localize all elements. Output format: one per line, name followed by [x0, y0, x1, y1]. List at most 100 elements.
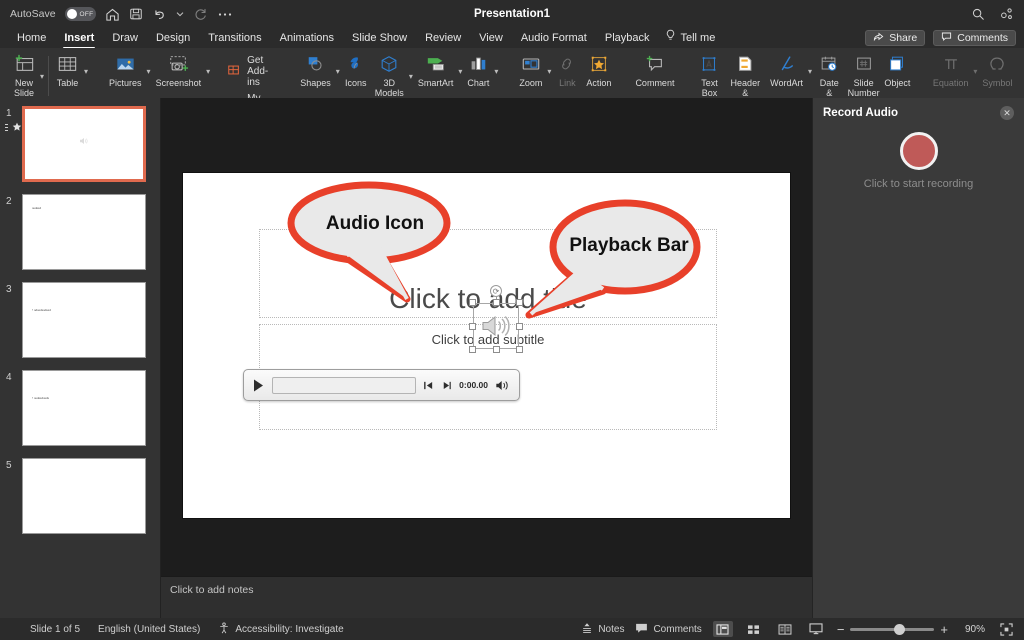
screenshot-button[interactable]: Screenshot [152, 51, 206, 88]
smartart-dropdown-icon[interactable]: ▾ [458, 63, 462, 76]
animation-indicator-icon[interactable] [4, 122, 22, 132]
wordart-dropdown-icon[interactable]: ▾ [808, 63, 812, 76]
zoom-level-label[interactable]: 90% [959, 624, 985, 635]
ribbon-group-slides: New Slide ▾ Table ▾ [4, 48, 94, 98]
table-dropdown-icon[interactable]: ▾ [84, 63, 88, 76]
slide-thumbnail-4[interactable]: • asdasdasds [22, 370, 146, 446]
playback-progress-track[interactable] [272, 376, 417, 394]
resize-handle-w[interactable] [469, 322, 476, 330]
pictures-button[interactable]: Pictures [105, 51, 146, 88]
search-icon[interactable] [971, 7, 985, 21]
volume-button[interactable] [495, 379, 511, 392]
close-icon[interactable]: ✕ [1000, 106, 1014, 120]
language-indicator[interactable]: English (United States) [98, 624, 200, 635]
share-people-icon[interactable] [999, 7, 1014, 21]
record-button[interactable] [899, 132, 938, 170]
undo-dropdown-icon[interactable] [176, 10, 184, 18]
fit-to-window-button[interactable] [996, 621, 1016, 637]
new-slide-dropdown-icon[interactable]: ▾ [40, 68, 44, 81]
slide-indicator[interactable]: Slide 1 of 5 [30, 624, 80, 635]
smartart-button[interactable]: SmartArt [414, 51, 458, 88]
zoom-slider-track[interactable] [850, 623, 935, 635]
comment-button[interactable]: Comment [631, 51, 678, 88]
zoom-out-button[interactable]: − [837, 622, 845, 637]
tab-review[interactable]: Review [416, 28, 470, 48]
tab-view[interactable]: View [470, 28, 512, 48]
tab-draw[interactable]: Draw [103, 28, 147, 48]
autosave-toggle[interactable]: OFF [64, 7, 96, 21]
icons-button[interactable]: Icons [341, 51, 371, 88]
share-button[interactable]: Share [865, 30, 926, 46]
notes-pane[interactable]: Click to add notes [161, 576, 812, 618]
tell-me-box[interactable]: Tell me [659, 28, 715, 48]
save-icon[interactable] [129, 7, 143, 21]
link-label: Link [559, 78, 576, 88]
smartart-label: SmartArt [417, 78, 454, 88]
zoom-button[interactable]: Zoom [515, 51, 546, 88]
play-button[interactable] [252, 378, 265, 393]
normal-view-button[interactable] [712, 621, 733, 637]
3d-models-button[interactable]: 3D Models [371, 51, 408, 98]
audio-icon [78, 133, 90, 151]
object-button[interactable]: Object [882, 51, 913, 88]
slideshow-view-button[interactable] [806, 621, 826, 637]
tab-design[interactable]: Design [147, 28, 199, 48]
zoom-in-button[interactable]: + [940, 622, 948, 637]
chart-button[interactable]: Chart [463, 51, 493, 88]
tab-animations[interactable]: Animations [271, 28, 343, 48]
slide-number-button[interactable]: Slide Number [845, 51, 881, 98]
more-commands-icon[interactable] [217, 8, 233, 20]
chart-dropdown-icon[interactable]: ▾ [494, 63, 498, 76]
comments-status-button[interactable]: Comments [635, 622, 702, 637]
tab-home[interactable]: Home [8, 28, 55, 48]
text-box-button[interactable]: Text Box [694, 51, 724, 98]
shapes-dropdown-icon[interactable]: ▾ [336, 63, 340, 76]
audio-playback-bar[interactable]: 0:00.00 [243, 369, 520, 401]
new-slide-button[interactable]: New Slide [9, 51, 39, 98]
callout-playback-bar-label: Playback Bar [569, 234, 689, 256]
wordart-icon [776, 51, 798, 77]
slide-thumbnail-pane[interactable]: 1 2 asdasd 3 • adsadsadsad 4 • asdasdasd… [0, 98, 161, 618]
resize-handle-sw[interactable] [469, 346, 476, 353]
pictures-dropdown-icon[interactable]: ▾ [147, 63, 151, 76]
shapes-button[interactable]: Shapes [296, 51, 335, 88]
get-addins-button[interactable]: Get Add-ins [227, 55, 280, 88]
move-back-button[interactable] [423, 380, 434, 391]
redo-icon[interactable] [193, 7, 208, 22]
reading-view-button[interactable] [775, 621, 795, 637]
notes-button[interactable]: Notes [581, 622, 624, 637]
resize-handle-s[interactable] [492, 346, 500, 353]
equation-button[interactable]: Equation [929, 51, 973, 88]
tab-audio-format[interactable]: Audio Format [512, 28, 596, 48]
table-button[interactable]: Table [52, 51, 83, 88]
screenshot-dropdown-icon[interactable]: ▾ [206, 63, 210, 76]
slide-thumbnail-2[interactable]: asdasd [22, 194, 146, 270]
header-footer-icon [734, 51, 756, 77]
link-button[interactable]: Link [552, 51, 582, 88]
symbol-button[interactable]: Symbol [978, 51, 1016, 88]
tab-transitions[interactable]: Transitions [199, 28, 270, 48]
tab-insert[interactable]: Insert [55, 28, 103, 49]
3d-models-dropdown-icon[interactable]: ▾ [409, 68, 413, 81]
slide-canvas[interactable]: Click to add title Click to add subtitle… [183, 173, 790, 518]
wordart-button[interactable]: WordArt [766, 51, 807, 88]
home-icon[interactable] [105, 7, 120, 22]
resize-handle-se[interactable] [516, 346, 523, 353]
comments-button[interactable]: Comments [933, 30, 1016, 46]
equation-dropdown-icon[interactable]: ▾ [973, 63, 977, 76]
undo-icon[interactable] [152, 7, 167, 22]
zoom-slider-knob[interactable] [894, 623, 906, 635]
accessibility-label: Accessibility: Investigate [235, 623, 344, 635]
move-forward-button[interactable] [441, 380, 452, 391]
zoom-slider[interactable]: − + [837, 622, 948, 637]
action-button[interactable]: Action [582, 51, 615, 88]
title-bar: AutoSave OFF Presentation1 [0, 0, 1024, 28]
slide-thumbnail-1[interactable] [22, 106, 146, 182]
tab-playback[interactable]: Playback [596, 28, 659, 48]
slide-thumbnail-3[interactable]: • adsadsadsad [22, 282, 146, 358]
tab-slide-show[interactable]: Slide Show [343, 28, 416, 48]
accessibility-status[interactable]: Accessibility: Investigate [218, 622, 344, 637]
zoom-dropdown-icon[interactable]: ▾ [547, 63, 551, 76]
slide-sorter-view-button[interactable] [744, 621, 764, 637]
slide-thumbnail-5[interactable] [22, 458, 146, 534]
